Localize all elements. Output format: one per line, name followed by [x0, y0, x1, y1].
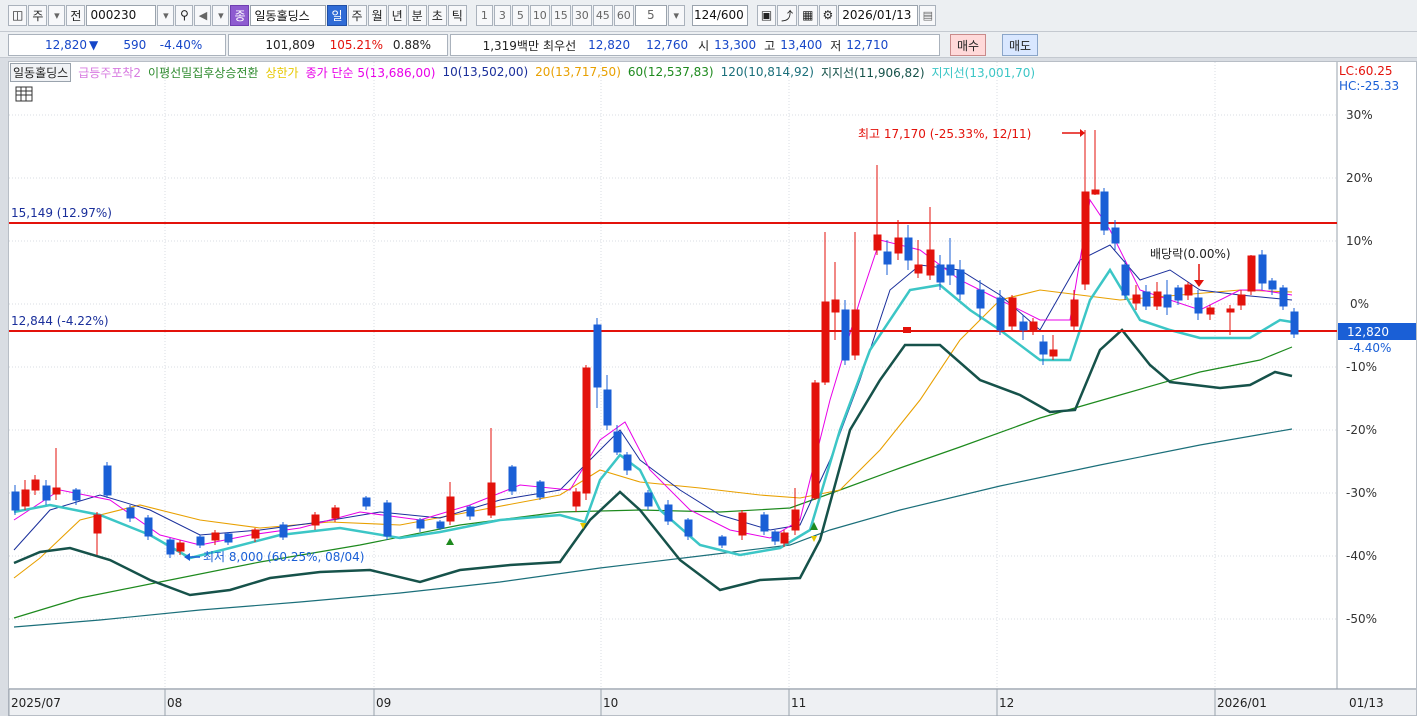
signal-marker-red: [903, 327, 911, 333]
hc-label: HC:-25.33: [1339, 79, 1399, 93]
y-tick-30: 30%: [1346, 108, 1373, 122]
x-axis-labels: 2025/07 08 09 10 11 12 2026/01 01/13: [8, 689, 1384, 716]
high-arrow-icon: [1062, 129, 1085, 137]
y-tick-m40: -40%: [1346, 549, 1377, 563]
x-tick-12: 12: [999, 696, 1014, 710]
dividend-annotation: 배당락(0.00%): [1150, 247, 1231, 261]
current-price-tag-text: 12,820: [1347, 325, 1389, 339]
y-tick-m50: -50%: [1346, 612, 1377, 626]
x-tick-11: 11: [791, 696, 806, 710]
chart-canvas: 30% 20% 10% 0% -10% -20% -30% -40% -50% …: [9, 62, 1416, 689]
y-tick-10: 10%: [1346, 234, 1373, 248]
dividend-arrow-icon: [1194, 264, 1204, 287]
lc-label: LC:60.25: [1339, 64, 1392, 78]
y-tick-m10: -10%: [1346, 360, 1377, 374]
x-tick-09: 09: [376, 696, 391, 710]
y-tick-20: 20%: [1346, 171, 1373, 185]
signal-marker-green-1: [446, 538, 454, 545]
x-tick-current-date: 01/13: [1349, 696, 1384, 710]
x-tick-08: 08: [167, 696, 182, 710]
y-tick-m30: -30%: [1346, 486, 1377, 500]
y-tick-m20: -20%: [1346, 423, 1377, 437]
x-tick-10: 10: [603, 696, 618, 710]
high-annotation: 최고 17,170 (-25.33%, 12/11): [858, 127, 1031, 141]
support-line-2: [13, 267, 1293, 560]
ma10-line: [13, 244, 1293, 551]
lower-line-label: 12,844 (-4.22%): [11, 314, 109, 328]
limit-up-marker-2: [811, 536, 817, 542]
data-table-icon[interactable]: [15, 86, 33, 102]
low-arrow-icon: [184, 553, 200, 561]
current-pct-tag: -4.40%: [1349, 341, 1391, 355]
x-tick-2026-01: 2026/01: [1217, 696, 1267, 710]
y-tick-0: 0%: [1350, 297, 1369, 311]
x-tick-2025-07: 2025/07: [11, 696, 61, 710]
ma60-line: [13, 346, 1293, 619]
upper-line-label: 15,149 (12.97%): [11, 206, 112, 220]
low-annotation: 최저 8,000 (60.25%, 08/04): [203, 550, 364, 564]
